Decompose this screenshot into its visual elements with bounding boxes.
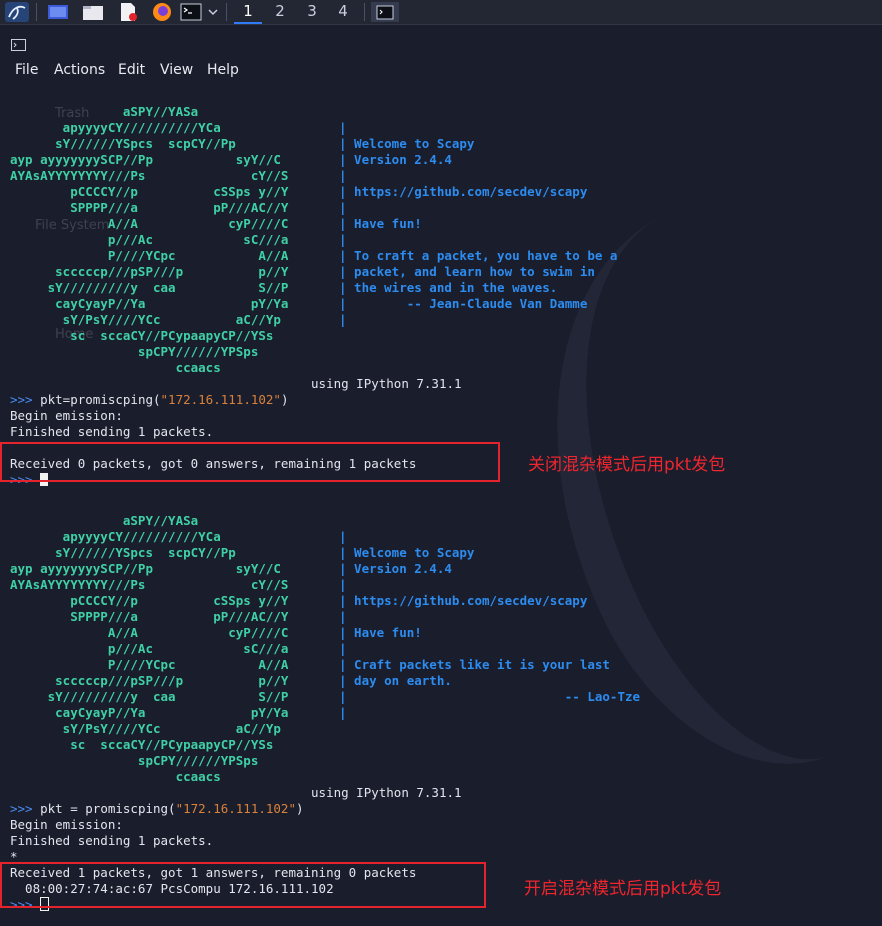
command-line: >>> pkt = promiscping("172.16.111.102") (10, 801, 304, 817)
command-close: ) (296, 801, 304, 816)
workspace-2[interactable]: 2 (266, 0, 294, 24)
ipython-version: using IPython 7.31.1 (10, 376, 462, 391)
workspace-1[interactable]: 1 (234, 0, 262, 24)
prompt: >>> (10, 392, 41, 407)
firefox-icon[interactable] (148, 2, 176, 22)
prompt: >>> (10, 801, 41, 816)
scapy-ascii-art: aSPY//YASa apyyyyCY//////////YCa sY/////… (10, 513, 289, 784)
terminal-titlebar[interactable] (0, 26, 882, 56)
annotation-text: 关闭混杂模式后用pkt发包 (528, 455, 726, 475)
menu-actions[interactable]: Actions (54, 62, 105, 78)
taskbar-separator (36, 3, 37, 21)
taskbar-separator (226, 3, 227, 21)
kali-dragon-icon[interactable] (3, 2, 31, 22)
scapy-welcome-box: | | Welcome to Scapy | Version 2.4.4 | |… (339, 120, 618, 327)
ip-string: "172.16.111.102" (160, 392, 281, 407)
menu-file[interactable]: File (15, 62, 38, 78)
command-close: ) (280, 392, 289, 407)
output-line: Finished sending 1 packets. (10, 833, 214, 848)
workspace-4[interactable]: 4 (329, 0, 357, 24)
workspace-3[interactable]: 3 (298, 0, 326, 24)
ip-string: "172.16.111.102" (175, 801, 296, 816)
command-text: pkt=promiscping( (40, 392, 161, 407)
command-line: >>> pkt=promiscping("172.16.111.102") (10, 392, 288, 408)
text-editor-icon[interactable] (114, 2, 142, 22)
terminal-icon[interactable] (179, 2, 203, 22)
output-line: Finished sending 1 packets. (10, 424, 214, 439)
annotation-box (0, 862, 486, 908)
output-line: Begin emission: (10, 817, 123, 832)
scapy-ascii-art: aSPY//YASa apyyyyCY//////////YCa sY/////… (10, 104, 289, 375)
chevron-down-icon[interactable] (205, 2, 221, 22)
command-text: pkt = promiscping( (40, 801, 176, 816)
terminal-window-icon (11, 36, 26, 55)
ipython-version: using IPython 7.31.1 (10, 785, 462, 800)
menu-view[interactable]: View (160, 62, 193, 78)
menu-help[interactable]: Help (207, 62, 239, 78)
menu-edit[interactable]: Edit (118, 62, 145, 78)
show-desktop-icon[interactable] (44, 2, 72, 22)
taskbar-separator (364, 3, 365, 21)
output-line: Begin emission: (10, 408, 123, 423)
annotation-box (0, 442, 500, 482)
file-manager-icon[interactable] (79, 2, 107, 22)
menu-bar: File Actions Edit View Help (0, 56, 882, 84)
taskbar: 1 2 3 4 (0, 0, 882, 25)
terminal-output[interactable]: Trash File System Home aSPY//YASa apyyyy… (0, 84, 882, 926)
annotation-text: 开启混杂模式后用pkt发包 (524, 879, 722, 899)
terminal-window-icon[interactable] (371, 2, 399, 22)
scapy-welcome-box: | | Welcome to Scapy | Version 2.4.4 | |… (339, 529, 641, 720)
